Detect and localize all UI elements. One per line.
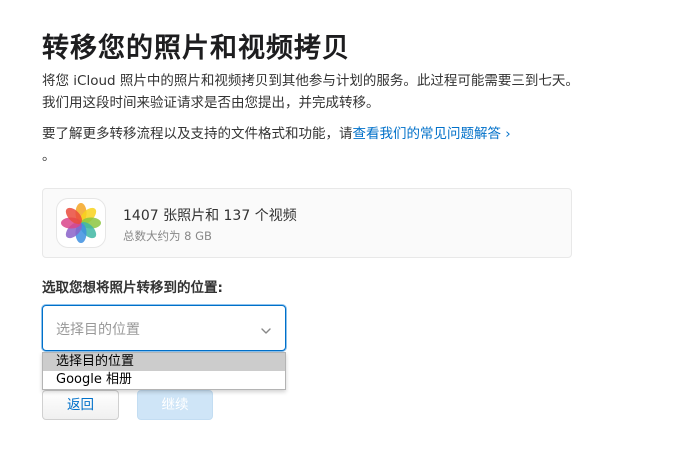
more-info-suffix: 。 [42,148,56,164]
transfer-page: 转移您的照片和视频拷贝 将您 iCloud 照片中的照片和视频拷贝到其他参与计划… [0,0,677,457]
faq-link[interactable]: 查看我们的常见问题解答 › [353,126,511,142]
transfer-description: 将您 iCloud 照片中的照片和视频拷贝到其他参与计划的服务。此过程可能需要三… [42,73,579,111]
dropdown-option-choose-destination[interactable]: 选择目的位置 [43,353,285,371]
dropdown-option-google-photos[interactable]: Google 相册 [43,371,285,389]
media-summary-card: 1407 张照片和 137 个视频 总数大约为 8 GB [42,188,572,258]
destination-dropdown-list: 选择目的位置 Google 相册 [42,352,286,390]
destination-label: 选取您想将照片转移到的位置: [42,280,223,296]
media-size: 总数大约为 8 GB [123,229,212,243]
destination-select[interactable]: 选择目的位置 [42,305,286,351]
more-info-prefix: 要了解更多转移流程以及支持的文件格式和功能，请 [42,126,353,142]
back-button[interactable]: 返回 [42,390,119,420]
destination-select-value: 选择目的位置 [56,322,140,338]
photos-app-icon [57,199,105,247]
page-title: 转移您的照片和视频拷贝 [42,33,350,64]
chevron-down-icon [260,322,272,334]
media-count: 1407 张照片和 137 个视频 [123,208,297,224]
continue-button[interactable]: 继续 [137,390,213,420]
more-info-paragraph: 要了解更多转移流程以及支持的文件格式和功能，请查看我们的常见问题解答 › 。 [42,123,582,167]
